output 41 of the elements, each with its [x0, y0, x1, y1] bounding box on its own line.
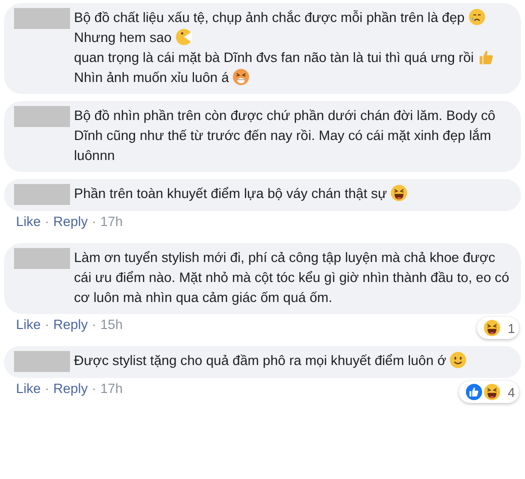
redacted-name — [14, 184, 70, 205]
like-link[interactable]: Like — [16, 381, 41, 396]
reply-link[interactable]: Reply — [53, 214, 88, 229]
reply-link[interactable]: Reply — [53, 381, 88, 396]
like-link[interactable]: Like — [16, 214, 41, 229]
smiling-face-icon — [449, 351, 468, 369]
reaction-count: 1 — [508, 320, 515, 336]
reply-link[interactable]: Reply — [53, 317, 88, 332]
thumbs-up-icon — [476, 48, 495, 66]
comment-text: Phần trên toàn khuyết điểm lựa bộ váy chán thật sự — [74, 185, 387, 203]
reaction-badge[interactable]: 4 — [458, 381, 519, 403]
comment-text: Nhìn ảnh muốn xỉu luôn á — [74, 69, 229, 87]
separator-dot: · — [44, 317, 50, 332]
like-link[interactable]: Like — [16, 317, 41, 332]
laughing-face-icon — [482, 319, 501, 337]
laughing-face-icon — [390, 184, 408, 202]
like-icon — [464, 383, 483, 401]
weary-face-icon — [232, 68, 250, 86]
pacman-icon — [174, 28, 193, 46]
comment-text: Nhưng hem sao — [74, 29, 172, 47]
separator-dot: · — [92, 214, 96, 229]
laughing-face-icon — [482, 383, 501, 401]
separator-dot: · — [92, 381, 96, 396]
separator-dot: · — [44, 214, 50, 229]
redacted-name — [14, 106, 70, 127]
comment-text: Bộ đồ nhìn phần trên còn được chứ phần dưới chán đời lăm. Body cô Dĩnh cũng như thế từ trước đến nay rồi. May có cái mặt xinh đẹp lắm luônnn — [74, 107, 496, 165]
redacted-name — [14, 8, 70, 29]
comment-text: Làm ơn tuyển stylish mới đi, phí cả công tập luyện mà chả khoe được cái ưu điểm nào. Mặt nhỏ mà cột tóc kểu gì giờ nhìn thành đầu to, eo có cơ luôn mà nhìn qua cảm giác ốm quá ốm. — [74, 249, 510, 307]
crying-face-icon — [468, 8, 486, 26]
comment-text: Được stylist tặng cho quả đầm phô ra mọi khuyết điểm luôn ớ — [74, 352, 446, 370]
separator-dot: · — [92, 317, 96, 332]
timestamp: 15h — [100, 317, 123, 332]
redacted-name — [14, 248, 70, 269]
comment-text: Bộ đồ chất liệu xấu tệ, chụp ảnh chắc được mỗi phần trên là đẹp — [74, 9, 465, 27]
redacted-name — [14, 351, 70, 372]
timestamp: 17h — [100, 381, 123, 396]
comment-text: quan trọng là cái mặt bà Dĩnh đvs fan não tàn là tui thì quá ưng rồi — [74, 49, 474, 67]
separator-dot: · — [44, 381, 50, 396]
reaction-badge[interactable]: 1 — [476, 317, 519, 339]
reaction-count: 4 — [508, 384, 515, 400]
timestamp: 17h — [100, 214, 123, 229]
